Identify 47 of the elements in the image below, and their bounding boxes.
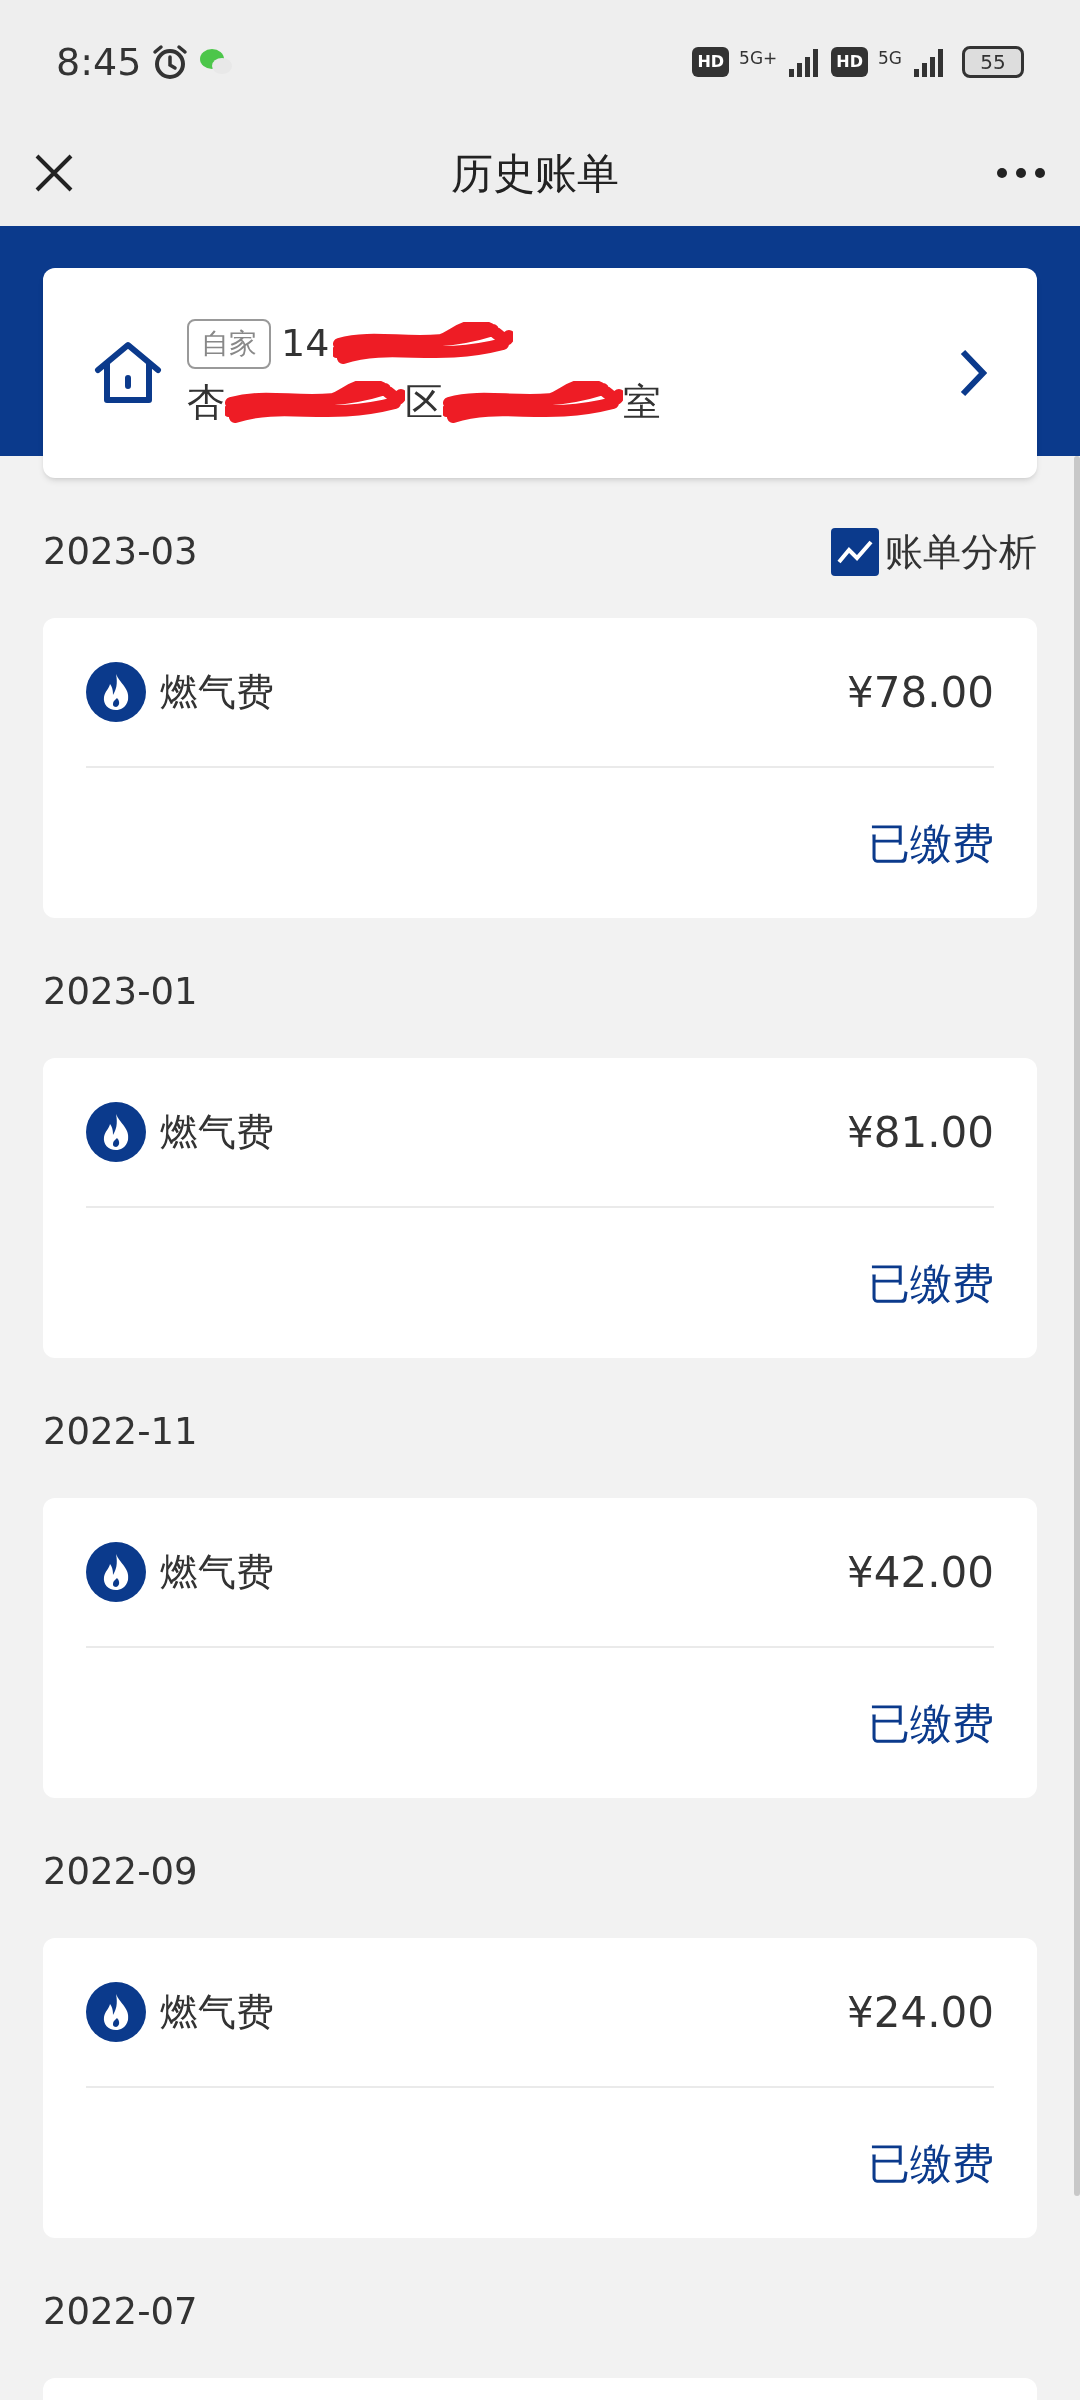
payment-status: 已缴费 [868, 2137, 994, 2190]
account-number: 14 [281, 320, 330, 367]
bill-name: 燃气费 [160, 668, 274, 716]
bill-amount: ¥42.00 [847, 1546, 994, 1599]
month-label: 2022-07 [43, 2289, 198, 2336]
flame-icon [86, 662, 146, 722]
bill-name: 燃气费 [160, 1548, 274, 1596]
bill-amount: ¥24.00 [847, 1986, 994, 2039]
month-label: 2022-11 [43, 1409, 198, 1456]
bill-card[interactable]: 燃气费 ¥78.00 已缴费 [43, 618, 1037, 918]
bill-amount: ¥78.00 [847, 666, 994, 719]
signal-icon [912, 47, 946, 77]
month-label: 2023-01 [43, 969, 198, 1016]
account-card[interactable]: 自家 14 杏 区 室 [43, 268, 1037, 478]
house-icon [93, 340, 163, 406]
month-label: 2023-03 [43, 529, 198, 576]
payment-status: 已缴费 [868, 1257, 994, 1310]
chevron-right-icon [959, 348, 987, 398]
bill-name: 燃气费 [160, 1108, 274, 1156]
address-text: 室 [623, 379, 661, 426]
more-icon[interactable] [996, 167, 1046, 179]
payment-status: 已缴费 [868, 1697, 994, 1750]
flame-icon [86, 1982, 146, 2042]
address-text: 区 [405, 379, 443, 426]
flame-icon [86, 1542, 146, 1602]
alarm-icon [151, 43, 190, 81]
network-label: 5G+ [739, 47, 778, 70]
battery-indicator: 55 [962, 46, 1024, 78]
hd-badge: HD [831, 47, 868, 77]
flame-icon [86, 1102, 146, 1162]
close-icon[interactable] [34, 153, 74, 193]
bill-card[interactable]: 燃气费 ¥24.00 已缴费 [43, 1938, 1037, 2238]
account-tag: 自家 [187, 318, 271, 369]
network-label: 5G [878, 47, 902, 70]
clock-time: 8:45 [56, 38, 142, 86]
bill-name: 燃气费 [160, 1988, 274, 2036]
bill-card[interactable]: 燃气费 ¥42.00 已缴费 [43, 1498, 1037, 1798]
payment-status: 已缴费 [868, 817, 994, 870]
chat-icon [199, 47, 234, 77]
address-text: 杏 [187, 379, 225, 426]
bill-amount: ¥81.00 [847, 1106, 994, 1159]
bill-analysis-link[interactable]: 账单分析 [831, 523, 1037, 581]
bill-card[interactable]: 燃气费 ¥81.00 已缴费 [43, 1058, 1037, 1358]
chart-icon [831, 528, 879, 576]
hd-badge: HD [692, 47, 730, 77]
month-label: 2022-09 [43, 1849, 198, 1896]
page-title: 历史账单 [451, 147, 619, 200]
